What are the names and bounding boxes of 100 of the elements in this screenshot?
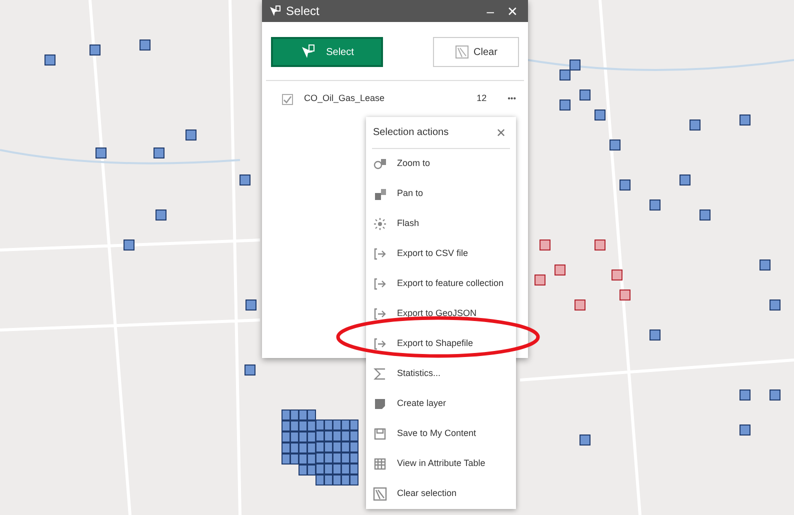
parcel-shape [341,452,350,464]
parcel-shape [154,148,164,158]
parcel-shape [156,210,166,220]
select-tool-icon [268,4,281,18]
menu-item[interactable]: Save to My Content [366,419,516,449]
parcel-shape [350,452,358,464]
parcel-shape [307,432,316,442]
menu-item[interactable]: Clear selection [366,479,516,509]
parcel-shape [570,60,580,70]
menu-item[interactable]: Zoom to [366,149,516,179]
parcel-shape [650,330,660,340]
menu-item[interactable]: View in Attribute Table [366,449,516,479]
layer-icon [373,397,387,411]
sigma-icon [373,367,387,381]
menu-item[interactable]: Statistics... [366,359,516,389]
zoom-icon [373,157,387,171]
parcel-shape [332,464,342,474]
parcel-shape [620,180,630,190]
parcel-shape [740,424,750,436]
parcel-shape [290,432,299,442]
parcel-shape [341,442,350,452]
parcel-shape [124,240,134,250]
parcel-shape [307,464,316,476]
parcel-shape [44,54,56,66]
parcel-shape [554,264,566,276]
parcel-shape [298,464,308,476]
parcel-shape [350,442,358,452]
menu-item[interactable]: Flash [366,209,516,239]
clear-selection-icon [454,45,469,59]
panel-title: Select [286,3,320,20]
parcel-shape [290,442,299,454]
layer-checkbox[interactable] [282,94,293,104]
parcel-shape [316,442,324,452]
parcel-shape [96,148,106,158]
parcel-shape [594,240,606,250]
parcel-shape [350,420,358,430]
clear-button[interactable]: Clear [433,37,519,67]
layer-name: CO_Oil_Gas_Lease [304,92,385,106]
parcel-shape [324,430,333,442]
parcel-shape [246,300,256,310]
parcel-shape [740,390,750,400]
parcel-shape [580,90,590,100]
select-button[interactable]: Select [271,37,383,67]
clear-selection-icon [373,487,387,501]
parcel-shape [341,474,350,486]
minimize-button[interactable]: – [482,4,498,18]
close-button[interactable]: ✕ [492,126,510,138]
select-tool-icon [300,44,316,60]
parcel-shape [341,464,350,474]
parcel-shape [298,454,308,464]
pan-icon [373,187,387,201]
parcel-shape [350,464,358,474]
more-button[interactable]: ••• [504,95,520,103]
parcel-shape [140,40,150,50]
menu-title: Selection actions [373,126,449,140]
flash-icon [373,217,387,231]
parcel-shape [760,260,770,270]
parcel-shape [307,410,316,420]
parcel-shape [770,300,780,310]
menu-item[interactable]: Export to feature collection [366,269,516,299]
parcel-shape [610,140,620,150]
parcel-shape [282,420,290,432]
export-icon [373,307,387,321]
parcel-shape [324,452,333,464]
parcel-shape [560,70,570,80]
parcel-shape [341,420,350,430]
menu-item[interactable]: Pan to [366,179,516,209]
parcel-shape [298,410,308,420]
parcel-shape [298,432,308,442]
menu-item[interactable]: Export to GeoJSON [366,299,516,329]
parcel-shape [290,454,299,464]
parcel-shape [316,420,324,430]
parcel-shape [290,420,299,432]
parcel-shape [574,300,586,310]
parcel-shape [316,464,324,474]
parcel-shape [240,174,250,186]
parcel-shape [244,364,256,376]
parcel-shape [612,270,622,280]
menu-item[interactable]: Create layer [366,389,516,419]
selection-count: 12 [476,92,487,106]
parcel-shape [332,420,342,430]
parcel-shape [282,442,290,454]
parcel-shape [282,454,290,464]
menu-item[interactable]: Export to CSV file [366,239,516,269]
close-button[interactable]: ✕ [503,4,522,18]
parcel-shape [316,430,324,442]
parcel-shape [298,420,308,432]
parcel-shape [770,390,780,400]
parcel-shape [560,100,570,110]
parcel-shape [534,274,546,286]
parcel-shape [740,114,750,126]
parcel-shape [680,174,690,186]
export-icon [373,247,387,261]
parcel-shape [282,432,290,442]
parcel-shape [290,410,299,420]
parcel-shape [307,454,316,464]
parcel-shape [298,442,308,454]
export-icon [373,337,387,351]
parcel-shape [186,130,196,140]
export-icon [373,277,387,291]
